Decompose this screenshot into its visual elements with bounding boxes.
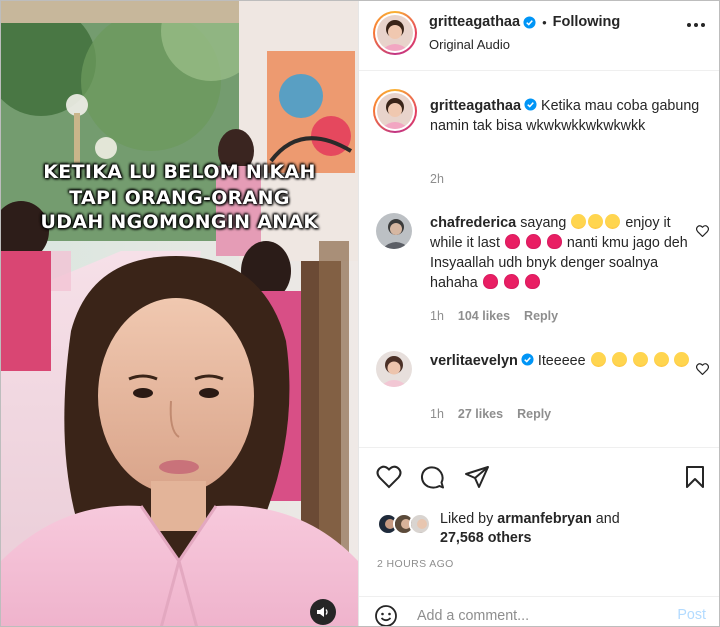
liked-by-avatars [377,513,447,537]
comment-meta: 1h 104 likes Reply [430,309,572,323]
caption-body: gritteagathaa Ketika mau coba gabung nam… [430,96,700,136]
video-overlay-line-1: KETIKA LU BELOM NIKAH [43,161,316,183]
like-heart-icon[interactable] [376,465,402,489]
grimacing-emoji-icon [674,352,690,367]
lips-emoji-icon [482,274,498,289]
caption-username[interactable]: gritteagathaa [430,98,521,114]
author-avatar[interactable] [373,11,417,55]
comment-time: 1h [430,407,444,421]
video-overlay-line-2: TAPI ORANG-ORANG [69,187,290,209]
comment-time: 1h [430,309,444,323]
grimacing-emoji-icon [590,352,606,367]
commenter-avatar[interactable] [376,351,412,387]
commenter-avatar[interactable] [376,213,412,249]
video-frame-illustration [1,1,358,626]
add-comment-bar: Post [359,596,719,627]
more-options-icon[interactable] [686,22,706,28]
comment-likes-count[interactable]: 27 likes [458,407,503,421]
likes-count[interactable]: 27,568 others [440,530,531,546]
verified-badge-icon [524,98,537,111]
lips-emoji-icon [504,234,520,249]
caption-avatar[interactable] [373,89,417,133]
audio-label[interactable]: Original Audio [429,37,510,52]
post-video[interactable]: KETIKA LU BELOM NIKAH TAPI ORANG-ORANG U… [1,1,358,626]
post-actions: Liked by armanfebryan and 27,568 others … [359,447,719,627]
author-avatar-image [377,15,413,51]
comment-username[interactable]: chafrederica [430,215,516,231]
caption-time: 2h [430,172,444,186]
post-header: gritteagathaa • Following Original Audio [359,1,719,71]
like-comment-heart-icon[interactable] [696,225,709,237]
grimacing-emoji-icon [653,352,669,367]
lips-emoji-icon [524,274,540,289]
video-overlay-line-3: UDAH NGOMONGIN ANAK [40,211,319,233]
liked-by-text: Liked by armanfebryan and 27,568 others [440,510,660,548]
instagram-post-window: KETIKA LU BELOM NIKAH TAPI ORANG-ORANG U… [0,0,720,627]
verified-badge-icon [523,15,536,29]
author-username[interactable]: gritteagathaa [429,14,520,30]
comment-likes-count[interactable]: 104 likes [458,309,510,323]
liked-by-and: and [595,511,620,527]
audio-toggle-button[interactable] [310,599,336,625]
post-timestamp[interactable]: 2 HOURS AGO [377,558,454,570]
comment-input[interactable] [417,605,657,626]
comment-username[interactable]: verlitaevelyn [430,353,518,369]
header-separator: • [542,14,547,30]
commenter-avatar-image [376,351,412,387]
comment-meta: 1h 27 likes Reply [430,407,565,421]
liked-by-username[interactable]: armanfebryan [497,511,592,527]
share-paper-plane-icon[interactable] [464,465,490,489]
grinning-sweat-emoji-icon [588,214,604,229]
grimacing-emoji-icon [611,352,627,367]
liked-by-prefix: Liked by [440,511,494,527]
comment-body: chafrederica sayang enjoy it while it la… [430,213,692,293]
lips-emoji-icon [525,234,541,249]
post-comment-button[interactable]: Post [677,607,706,623]
lips-emoji-icon [503,274,519,289]
commenter-avatar-image [376,213,412,249]
liker-avatar[interactable] [409,513,431,535]
reply-button[interactable]: Reply [517,407,551,421]
reply-button[interactable]: Reply [524,309,558,323]
post-details-panel: gritteagathaa • Following Original Audio [358,1,719,627]
following-button[interactable]: Following [553,14,621,30]
lips-emoji-icon [546,234,562,249]
grimacing-emoji-icon [632,352,648,367]
comment-body: verlitaevelyn Iteeeee [430,351,692,371]
emoji-smile-icon[interactable] [375,605,397,627]
caption-avatar-image [377,93,413,129]
speaker-icon [317,607,328,617]
comment-text-part: Iteeeee [537,353,586,369]
grinning-sweat-emoji-icon [571,214,587,229]
header-user-line: gritteagathaa • Following [429,14,620,30]
grinning-sweat-emoji-icon [605,214,621,229]
comment-text-part: sayang [520,215,567,231]
like-comment-heart-icon[interactable] [696,363,709,375]
save-bookmark-icon[interactable] [685,465,705,489]
comment-bubble-icon[interactable] [420,465,445,490]
verified-badge-icon [521,353,534,366]
